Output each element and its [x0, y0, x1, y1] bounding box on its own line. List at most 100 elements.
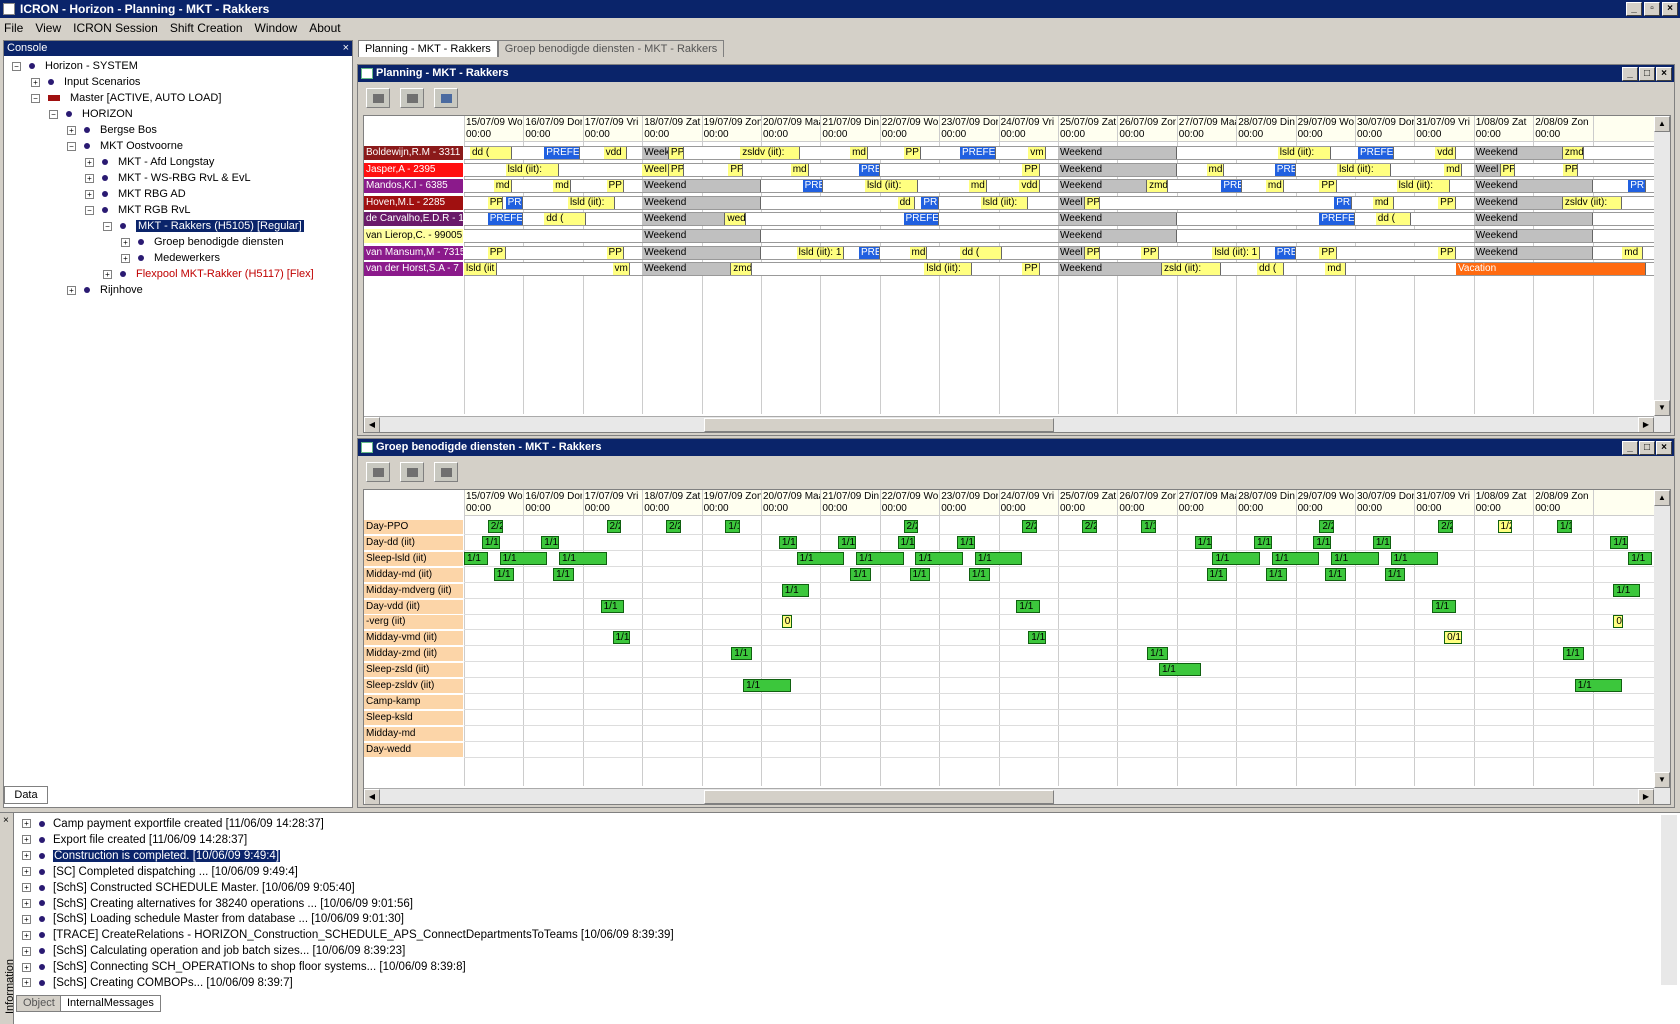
shift-block[interactable]: PP — [1084, 246, 1100, 259]
tree-node[interactable]: + MKT - Afd Longstay — [85, 155, 214, 170]
coverage-block[interactable]: 1/1 — [1390, 551, 1439, 565]
edit-button[interactable] — [434, 462, 458, 482]
minimize-icon[interactable]: _ — [1622, 67, 1638, 81]
date-column-header[interactable]: 23/07/09 Dor 00:00 — [939, 116, 998, 141]
coverage-block[interactable]: 1/1 — [1254, 535, 1272, 549]
date-column-header[interactable]: 1/08/09 Zat 00:00 — [1474, 116, 1533, 141]
coverage-block[interactable]: 1/1 — [600, 599, 625, 613]
shift-block[interactable]: PP — [668, 163, 684, 176]
shift-block[interactable]: Week — [642, 147, 669, 159]
scroll-thumb[interactable] — [704, 790, 1054, 804]
coverage-block[interactable]: 1/1 — [493, 567, 515, 581]
shift-block[interactable]: Weekend — [1058, 147, 1177, 159]
expander-icon[interactable]: + — [67, 125, 76, 135]
expander-icon[interactable]: − — [103, 221, 112, 231]
scroll-down-icon[interactable]: ▼ — [1654, 400, 1670, 416]
coverage-block[interactable]: 1/1 — [1574, 679, 1623, 692]
expander-icon[interactable]: − — [31, 93, 40, 103]
shift-block[interactable]: Weekend — [1473, 180, 1593, 193]
coverage-block[interactable]: 2/2 — [1438, 520, 1453, 533]
shift-block[interactable]: zsldv (iit): — [740, 147, 800, 159]
tab-internal-messages[interactable]: InternalMessages — [60, 995, 161, 1012]
log-message[interactable]: + [SchS] Creating alternatives for 38240 … — [22, 896, 413, 912]
expander-icon[interactable]: − — [49, 109, 58, 119]
maximize-icon[interactable]: □ — [1639, 441, 1655, 455]
employee-name[interactable]: van der Horst,S.A - 7 — [364, 262, 463, 277]
scroll-up-icon[interactable]: ▲ — [1654, 116, 1670, 132]
shift-block[interactable]: PREFEI — [487, 213, 524, 226]
shift-block[interactable]: Weel — [1058, 246, 1085, 259]
shift-block[interactable]: PP — [487, 246, 506, 259]
shift-block[interactable]: md — [1444, 163, 1462, 176]
shift-block[interactable]: PP — [1141, 246, 1159, 259]
date-column-header[interactable]: 28/07/09 Din 00:00 — [1236, 116, 1295, 141]
required-shift-name[interactable]: Day-dd (iit) — [364, 535, 463, 550]
date-column-header[interactable]: 29/07/09 Wo 00:00 — [1296, 116, 1355, 141]
tree-node[interactable]: + Rijnhove — [67, 283, 143, 298]
coverage-block[interactable]: 2/2 — [1022, 520, 1038, 533]
scroll-right-icon[interactable]: ▶ — [1638, 417, 1654, 432]
expander-icon[interactable]: + — [22, 930, 31, 940]
date-column-header[interactable]: 18/07/09 Zat 00:00 — [642, 490, 701, 515]
shift-block[interactable]: lsld (iit): — [1396, 180, 1451, 193]
shift-block[interactable]: md — [493, 180, 512, 193]
tree-node[interactable]: − Horizon - SYSTEM — [12, 59, 138, 74]
shift-block[interactable]: PP — [1319, 180, 1338, 193]
shift-block[interactable]: Weekend — [1058, 213, 1177, 226]
expander-icon[interactable]: + — [31, 77, 40, 87]
coverage-block[interactable]: 1/1 — [915, 551, 963, 565]
shift-block[interactable]: Weel — [1473, 163, 1501, 176]
vertical-scrollbar[interactable]: ▲ ▼ — [1654, 490, 1670, 804]
coverage-block[interactable]: 0 — [1613, 615, 1624, 629]
coverage-block[interactable]: 1/1 — [1432, 599, 1456, 613]
scroll-left-icon[interactable]: ◀ — [364, 789, 380, 804]
close-icon[interactable]: × — [343, 41, 349, 56]
expander-icon[interactable]: + — [22, 898, 31, 908]
coverage-block[interactable]: 1/1 — [1158, 663, 1201, 677]
shift-block[interactable]: Weekend — [1058, 230, 1177, 242]
shift-block[interactable]: PP — [1562, 163, 1578, 176]
coverage-block[interactable]: 1/1 — [1331, 551, 1379, 565]
shift-block[interactable]: dd ( — [959, 246, 1002, 259]
expander-icon[interactable]: + — [22, 835, 31, 845]
coverage-block[interactable]: 1/1 — [838, 535, 857, 549]
shift-block[interactable]: zsldv (iit): — [1562, 196, 1623, 209]
coverage-block[interactable]: 0/1 — [1444, 631, 1462, 645]
shift-block[interactable]: PRE — [1221, 180, 1243, 193]
required-shift-name[interactable]: Sleep-ksld — [364, 710, 463, 725]
coverage-block[interactable]: 1/1 — [1313, 535, 1332, 549]
shift-block[interactable]: PREFEI — [903, 213, 940, 226]
date-column-header[interactable]: 17/07/09 Vri 00:00 — [583, 116, 642, 141]
close-icon[interactable]: × — [3, 815, 9, 826]
date-column-header[interactable]: 27/07/09 Maa 00:00 — [1177, 490, 1236, 515]
shift-block[interactable]: lsld (iit): 1 — [796, 246, 845, 259]
date-column-header[interactable]: 24/07/09 Vri 00:00 — [999, 490, 1058, 515]
tree-node[interactable]: + MKT - WS-RBG RvL & EvL — [85, 171, 251, 186]
date-column-header[interactable]: 25/07/09 Zat 00:00 — [1058, 116, 1117, 141]
shift-block[interactable]: PRE — [1274, 246, 1296, 259]
required-shift-name[interactable]: Day-PPO — [364, 520, 463, 534]
coverage-block[interactable]: 0 — [781, 615, 792, 629]
date-column-header[interactable]: 24/07/09 Vri 00:00 — [999, 116, 1058, 141]
shift-block[interactable]: lsld (iit): — [864, 180, 919, 193]
shift-block[interactable]: PRE — [921, 196, 940, 209]
shift-block[interactable]: dd ( — [1256, 263, 1284, 276]
shift-block[interactable]: md — [909, 246, 928, 259]
minimize-icon[interactable]: _ — [1622, 441, 1638, 455]
shift-block[interactable]: md — [790, 163, 809, 176]
shift-block[interactable]: PRE — [1334, 196, 1353, 209]
shift-block[interactable]: md — [1372, 196, 1394, 209]
tree-node[interactable]: − MKT - Rakkers (H5105) [Regular] — [103, 219, 304, 234]
shift-block[interactable]: PRE — [859, 246, 880, 259]
coverage-block[interactable]: 1/1 — [957, 535, 975, 549]
coverage-block[interactable]: 1/2 — [1497, 520, 1513, 533]
shift-block[interactable]: wed — [725, 213, 747, 226]
coverage-block[interactable]: 1/1 — [559, 551, 607, 565]
employee-name[interactable]: Hoven,M.L - 2285 — [364, 195, 463, 210]
shift-block[interactable]: lsld (iit): — [1337, 163, 1391, 176]
coverage-block[interactable]: 1/1 — [1265, 567, 1287, 581]
shift-block[interactable]: PP — [1500, 163, 1516, 176]
coverage-block[interactable]: 2/2 — [1081, 520, 1097, 533]
coverage-block[interactable]: 1/1 — [725, 520, 741, 533]
tab-groep-benodigde-diensten[interactable]: Groep benodigde diensten - MKT - Rakkers — [497, 40, 725, 57]
